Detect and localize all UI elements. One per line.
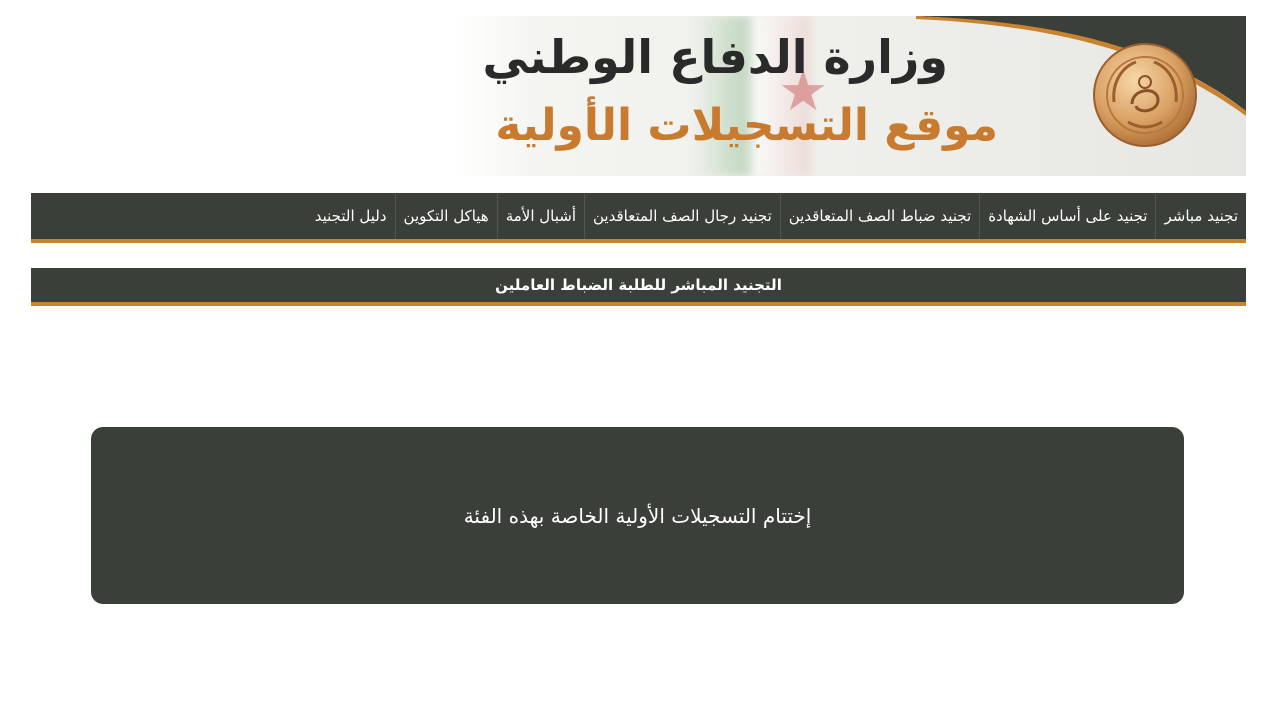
- nav-item-enlisted-contract-recruitment[interactable]: تجنيد رجال الصف المتعاقدين: [584, 193, 780, 239]
- ministry-emblem-icon: [1093, 43, 1197, 147]
- nav-item-degree-recruitment[interactable]: تجنيد على أساس الشهادة: [979, 193, 1155, 239]
- nav-item-nation-cadets[interactable]: أشبال الأمة: [496, 193, 584, 239]
- nav-item-recruitment-guide[interactable]: دليل التجنيد: [307, 193, 395, 239]
- message-text: إختتام التسجيلات الأولية الخاصة بهذه الف…: [463, 503, 812, 528]
- page: ★ وزارة الدفاع الوطني موقع التسجيلات الأ…: [0, 0, 1280, 720]
- registration-closed-message: إختتام التسجيلات الأولية الخاصة بهذه الف…: [91, 427, 1184, 604]
- section-title: التجنيد المباشر للطلبة الضباط العاملين: [31, 268, 1246, 306]
- nav-item-nco-contract-recruitment[interactable]: تجنيد ضباط الصف المتعاقدين: [779, 193, 979, 239]
- ministry-title: وزارة الدفاع الوطني: [482, 30, 948, 84]
- site-banner: ★ وزارة الدفاع الوطني موقع التسجيلات الأ…: [456, 16, 1246, 176]
- nav-item-direct-recruitment[interactable]: تجنيد مباشر: [1155, 193, 1246, 239]
- site-subtitle: موقع التسجيلات الأولية: [495, 100, 998, 151]
- nav-item-training-structures[interactable]: هياكل التكوين: [394, 193, 497, 239]
- main-nav: تجنيد مباشر تجنيد على أساس الشهادة تجنيد…: [31, 193, 1246, 243]
